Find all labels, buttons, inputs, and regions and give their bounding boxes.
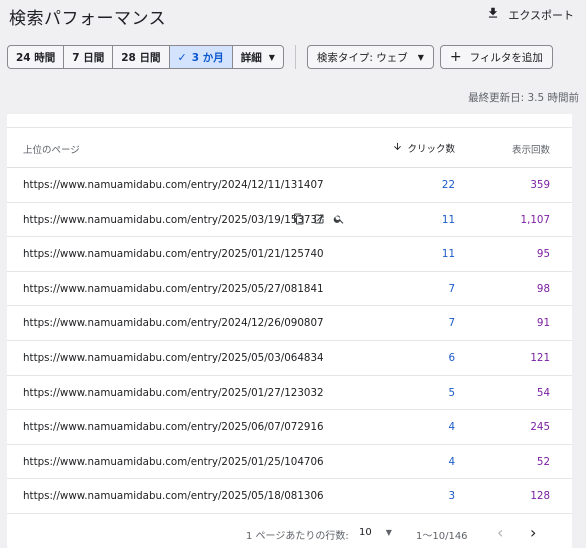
caret-down-icon: ▼ — [385, 528, 392, 537]
copy-icon[interactable] — [293, 213, 305, 225]
date-range-24h[interactable]: 24 時間 — [8, 46, 65, 68]
page-header: 検索パフォーマンス エクスポート — [0, 0, 586, 34]
table-row[interactable]: https://www.namuamidabu.com/entry/2025/0… — [7, 479, 572, 514]
date-range-28d[interactable]: 28 日間 — [113, 46, 170, 68]
rows-per-page-select[interactable]: 10 ▼ — [359, 527, 392, 538]
row-actions — [293, 213, 345, 225]
clicks-value: 22 — [441, 179, 455, 191]
column-header-impressions[interactable]: 表示回数 — [512, 142, 550, 156]
rows-per-page-value: 10 — [359, 527, 372, 538]
clicks-value: 11 — [441, 213, 455, 226]
page-title: 検索パフォーマンス — [9, 9, 167, 29]
impressions-value: 52 — [536, 455, 550, 468]
plus-icon: + — [449, 49, 462, 65]
search-type-dropdown[interactable]: 検索タイプ: ウェブ ▼ — [306, 45, 434, 69]
date-range-7d[interactable]: 7 日間 — [64, 46, 114, 68]
add-filter-button[interactable]: + フィルタを追加 — [439, 45, 553, 69]
date-range-selector: 24 時間 7 日間 28 日間 ✓ 3 か月 詳細 ▼ — [7, 45, 284, 69]
caret-down-icon: ▼ — [268, 52, 275, 62]
impressions-value: 54 — [536, 386, 550, 399]
table-row[interactable]: https://www.namuamidabu.com/entry/2025/0… — [7, 445, 572, 480]
date-range-3m[interactable]: ✓ 3 か月 — [169, 46, 233, 68]
impressions-value: 91 — [536, 317, 550, 330]
clicks-value: 6 — [448, 351, 455, 364]
page-url[interactable]: https://www.namuamidabu.com/entry/2024/1… — [23, 317, 324, 329]
impressions-value: 98 — [536, 282, 550, 295]
table-row[interactable]: https://www.namuamidabu.com/entry/2025/0… — [7, 341, 572, 376]
clicks-value: 4 — [448, 421, 455, 434]
clicks-value: 3 — [448, 490, 455, 503]
page-range: 1〜10/146 — [416, 531, 468, 542]
page-url[interactable]: https://www.namuamidabu.com/entry/2025/0… — [23, 283, 324, 295]
pagination: 1 ページあたりの行数: 10 ▼ 1〜10/146 ‹ › — [7, 512, 572, 548]
table-row[interactable]: https://www.namuamidabu.com/entry/2025/0… — [7, 272, 572, 307]
page-url[interactable]: https://www.namuamidabu.com/entry/2025/0… — [23, 248, 324, 260]
clicks-value: 7 — [448, 282, 455, 295]
date-range-label: 詳細 — [240, 51, 262, 64]
date-range-label: 28 日間 — [121, 51, 161, 64]
export-button[interactable]: エクスポート — [486, 6, 574, 23]
clicks-value: 7 — [448, 317, 455, 330]
column-header-page: 上位のページ — [23, 145, 80, 156]
table-row[interactable]: https://www.namuamidabu.com/entry/2025/0… — [7, 376, 572, 411]
download-icon — [486, 6, 500, 23]
search-icon[interactable] — [333, 213, 345, 225]
date-range-label: 7 日間 — [72, 51, 105, 64]
table-row[interactable]: https://www.namuamidabu.com/entry/2024/1… — [7, 168, 572, 203]
table-row[interactable]: https://www.namuamidabu.com/entry/2025/0… — [7, 410, 572, 445]
check-icon: ✓ — [177, 50, 187, 64]
table-row[interactable]: https://www.namuamidabu.com/entry/2025/0… — [7, 203, 572, 238]
column-header-label: クリック数 — [407, 144, 455, 155]
clicks-value: 4 — [448, 455, 455, 468]
table-header: 上位のページ クリック数 表示回数 — [7, 128, 572, 168]
column-header-clicks[interactable]: クリック数 — [392, 141, 455, 155]
open-in-new-icon[interactable] — [313, 213, 325, 225]
chevron-right-icon[interactable]: › — [530, 523, 536, 542]
chevron-left-icon[interactable]: ‹ — [497, 523, 503, 542]
page-url[interactable]: https://www.namuamidabu.com/entry/2024/1… — [23, 179, 324, 191]
pages-table-card: 上位のページ クリック数 表示回数 https://www.namuamidab… — [7, 114, 572, 548]
last-updated: 最終更新日: 3.5 時間前 — [468, 92, 579, 104]
divider — [294, 45, 296, 69]
page-url[interactable]: https://www.namuamidabu.com/entry/2025/0… — [23, 456, 324, 468]
impressions-value: 95 — [536, 248, 550, 261]
export-label: エクスポート — [508, 8, 574, 22]
impressions-value: 1,107 — [520, 213, 550, 226]
date-range-label: 3 か月 — [191, 51, 224, 64]
page-url[interactable]: https://www.namuamidabu.com/entry/2025/0… — [23, 352, 324, 364]
page-url[interactable]: https://www.namuamidabu.com/entry/2025/0… — [23, 214, 324, 226]
impressions-value: 359 — [530, 179, 550, 191]
date-range-custom[interactable]: 詳細 ▼ — [233, 46, 283, 68]
table-row[interactable]: https://www.namuamidabu.com/entry/2025/0… — [7, 237, 572, 272]
page-url[interactable]: https://www.namuamidabu.com/entry/2025/0… — [23, 490, 324, 502]
clicks-value: 11 — [441, 248, 455, 261]
date-range-label: 24 時間 — [16, 51, 56, 64]
page-url[interactable]: https://www.namuamidabu.com/entry/2025/0… — [23, 387, 324, 399]
impressions-value: 121 — [530, 351, 550, 364]
card-top-strip — [7, 114, 572, 128]
impressions-value: 128 — [530, 490, 550, 503]
caret-down-icon: ▼ — [417, 52, 424, 62]
rows-per-page-label: 1 ページあたりの行数: — [246, 531, 349, 542]
table-row[interactable]: https://www.namuamidabu.com/entry/2024/1… — [7, 306, 572, 341]
page-url[interactable]: https://www.namuamidabu.com/entry/2025/0… — [23, 421, 324, 433]
clicks-value: 5 — [448, 386, 455, 399]
sort-arrow-down-icon — [392, 141, 403, 155]
add-filter-label: フィルタを追加 — [469, 51, 543, 64]
filter-bar: 24 時間 7 日間 28 日間 ✓ 3 か月 詳細 ▼ 検索タイプ: ウェブ … — [7, 45, 559, 69]
search-type-label: 検索タイプ: ウェブ — [316, 51, 408, 64]
impressions-value: 245 — [530, 421, 550, 434]
